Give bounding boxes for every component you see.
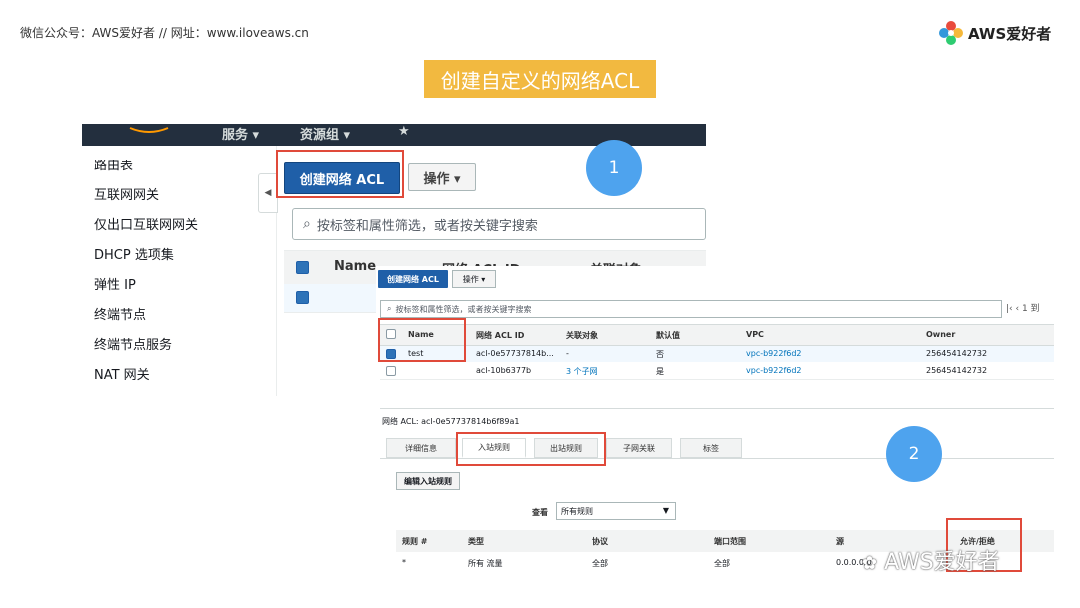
tab-tags[interactable]: 标签 <box>680 438 742 458</box>
watermark-text: AWS爱好者 <box>884 550 1000 575</box>
favorites-star-icon[interactable]: ★ <box>398 124 410 139</box>
highlight-frame-tabs <box>456 432 606 466</box>
dropdown-caret-icon: ▼ <box>662 506 669 515</box>
cell-associations-link[interactable]: 3 个子网 <box>566 366 598 377</box>
col-name[interactable]: Name <box>334 259 376 274</box>
cell-type: 所有 流量 <box>468 559 503 568</box>
cell-default: 是 <box>656 367 664 376</box>
acl-table-header: Name 网络 ACL ID 关联对象 默认值 VPC Owner <box>380 324 1054 346</box>
highlight-frame-name <box>378 318 466 362</box>
sidebar-item-internet-gateway[interactable]: 互联网网关 <box>94 184 159 203</box>
col-associations[interactable]: 关联对象 <box>566 330 598 341</box>
pagination[interactable]: |‹ ‹ 1 到 <box>1006 301 1040 314</box>
step-badge-2: 2 <box>886 426 942 482</box>
tab-subnet-associations[interactable]: 子网关联 <box>606 438 672 458</box>
col-acl-id[interactable]: 网络 ACL ID <box>476 330 524 341</box>
search-input-small[interactable]: ⌕ 按标签和属性筛选，或者按关键字搜索 <box>380 300 1002 318</box>
col-owner[interactable]: Owner <box>926 330 955 339</box>
logo-text: AWS爱好者 <box>968 24 1052 43</box>
cell-default: 否 <box>656 350 664 359</box>
col-port-range: 端口范围 <box>714 537 746 546</box>
cell-port-range: 全部 <box>714 559 730 568</box>
vpc-sidebar: 路由表 互联网网关 仅出口互联网网关 DHCP 选项集 弹性 IP 终端节点 终… <box>82 146 277 396</box>
collapse-sidebar-icon[interactable]: ◀ <box>258 173 278 213</box>
services-menu[interactable]: 服务 ▾ <box>222 124 259 143</box>
page-title: 创建自定义的网络ACL <box>424 60 656 98</box>
cell-associations: - <box>566 349 569 358</box>
create-network-acl-button-small[interactable]: 创建网络 ACL <box>378 270 448 288</box>
col-default[interactable]: 默认值 <box>656 330 680 341</box>
table-row[interactable]: acl-10b6377b 3 个子网 是 vpc-b922f6d2 256454… <box>380 363 1054 380</box>
tab-details[interactable]: 详细信息 <box>386 438 456 458</box>
search-icon: ⌕ <box>387 304 392 313</box>
col-type: 类型 <box>468 537 484 546</box>
cell-protocol: 全部 <box>592 559 608 568</box>
actions-button[interactable]: 操作 ▾ <box>408 163 476 191</box>
view-filter-select[interactable]: 所有规则 ▼ <box>556 502 676 520</box>
cell-vpc-link[interactable]: vpc-b922f6d2 <box>746 366 802 375</box>
search-icon: ⌕ <box>303 216 311 232</box>
search-placeholder-small: 按标签和属性筛选，或者按关键字搜索 <box>395 304 532 314</box>
col-source: 源 <box>836 537 844 546</box>
aws-logo-icon <box>129 127 169 133</box>
cell-acl-id: acl-0e57737814b... <box>476 349 554 358</box>
row-checkbox[interactable] <box>296 291 309 304</box>
flower-logo-icon <box>939 21 963 45</box>
select-all-checkbox[interactable] <box>296 261 309 274</box>
sidebar-item-nat-gateway[interactable]: NAT 网关 <box>94 364 150 383</box>
step-badge-1: 1 <box>586 140 642 196</box>
wechat-icon: ✿ <box>862 553 878 574</box>
table-row[interactable] <box>284 284 384 313</box>
cell-owner: 256454142732 <box>926 366 988 375</box>
col-protocol: 协议 <box>592 537 608 546</box>
col-vpc[interactable]: VPC <box>746 330 764 339</box>
panel-divider[interactable] <box>380 408 1054 409</box>
col-rule-number: 规则 # <box>402 537 428 546</box>
watermark: ✿ AWS爱好者 <box>862 544 1000 576</box>
highlight-frame-create <box>276 150 404 198</box>
sidebar-item-endpoint-services[interactable]: 终端节点服务 <box>94 334 172 353</box>
brand-logo: AWS爱好者 <box>938 16 1056 50</box>
resource-groups-menu[interactable]: 资源组 ▾ <box>300 124 350 143</box>
view-label: 查看 <box>532 508 548 517</box>
view-select-value: 所有规则 <box>561 506 593 516</box>
cell-owner: 256454142732 <box>926 349 988 358</box>
sidebar-item-dhcp-options[interactable]: DHCP 选项集 <box>94 244 174 263</box>
sidebar-item-elastic-ip[interactable]: 弹性 IP <box>94 274 136 293</box>
actions-button-small[interactable]: 操作 ▾ <box>452 270 496 288</box>
edit-inbound-rules-button[interactable]: 编辑入站规则 <box>396 472 460 490</box>
sidebar-item-egress-only-gateway[interactable]: 仅出口互联网网关 <box>94 214 198 233</box>
row-checkbox[interactable] <box>386 366 396 376</box>
cell-vpc-link[interactable]: vpc-b922f6d2 <box>746 349 802 358</box>
search-input[interactable]: ⌕ 按标签和属性筛选，或者按关键字搜索 <box>292 208 706 240</box>
cell-acl-id: acl-10b6377b <box>476 366 532 375</box>
sidebar-item-endpoints[interactable]: 终端节点 <box>94 304 146 323</box>
source-caption: 微信公众号：AWS爱好者 // 网址：www.iloveaws.cn <box>20 26 309 40</box>
selected-acl-label: 网络 ACL: acl-0e57737814b6f89a1 <box>382 417 520 426</box>
table-row[interactable]: test acl-0e57737814b... - 否 vpc-b922f6d2… <box>380 346 1054 362</box>
search-placeholder: 按标签和属性筛选，或者按关键字搜索 <box>316 218 538 234</box>
sidebar-item-route-tables[interactable]: 路由表 <box>94 160 133 173</box>
cell-rule-number: * <box>402 558 406 567</box>
